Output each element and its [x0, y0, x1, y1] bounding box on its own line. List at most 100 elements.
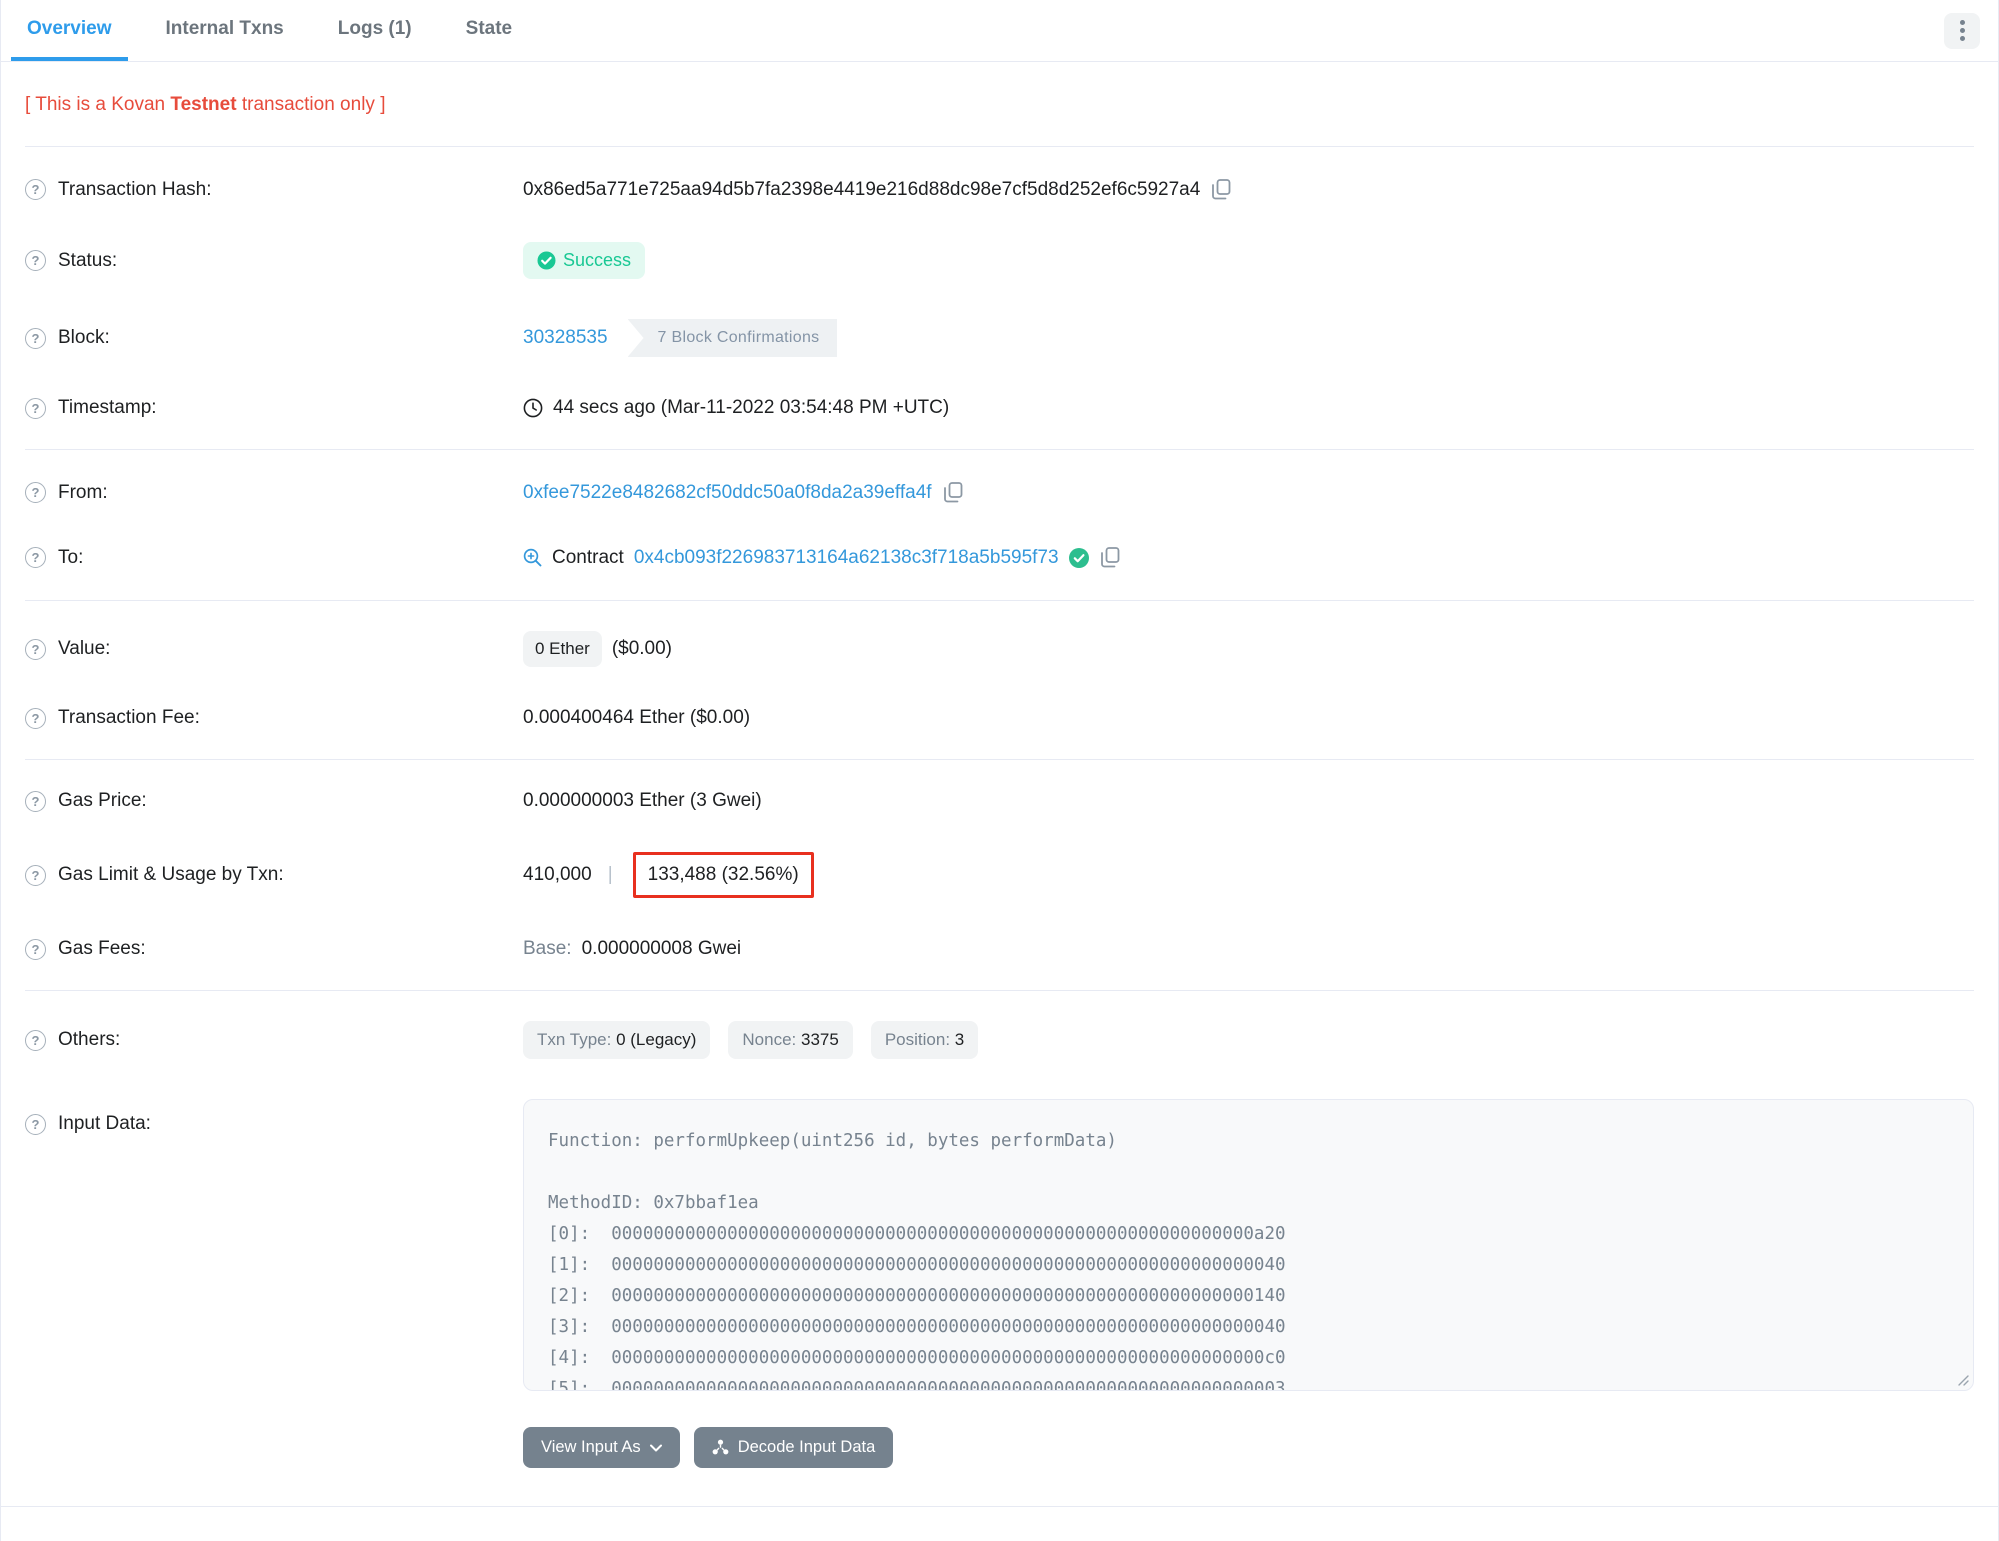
decode-icon — [712, 1439, 729, 1455]
from-label: From: — [58, 481, 108, 503]
more-options-button[interactable] — [1944, 12, 1980, 49]
row-from: ? From: 0xfee7522e8482682cf50ddc50a0f8da… — [1, 460, 1998, 525]
copy-from-button[interactable] — [942, 480, 965, 505]
position-value: 3 — [954, 1030, 965, 1049]
row-others: ? Others: Txn Type: 0 (Legacy) Nonce: 33… — [1, 1001, 1998, 1079]
help-icon[interactable]: ? — [25, 547, 46, 568]
value-label: Value: — [58, 638, 111, 659]
zoom-in-icon[interactable] — [523, 548, 542, 567]
tab-overview[interactable]: Overview — [11, 0, 128, 61]
kebab-icon — [1959, 20, 1965, 41]
decode-input-data-label: Decode Input Data — [737, 1438, 876, 1456]
row-transaction-hash: ? Transaction Hash: 0x86ed5a771e725aa94d… — [1, 157, 1998, 222]
clock-icon — [523, 398, 543, 418]
transaction-hash-label: Transaction Hash: — [58, 178, 212, 200]
tab-internal-txns[interactable]: Internal Txns — [150, 0, 300, 61]
decode-input-data-button[interactable]: Decode Input Data — [693, 1427, 894, 1468]
ether-value-badge: 0 Ether — [523, 631, 602, 667]
row-status: ? Status: Success — [1, 222, 1998, 299]
copy-icon — [1100, 547, 1119, 568]
help-icon[interactable]: ? — [25, 250, 46, 271]
timestamp-label: Timestamp: — [58, 397, 157, 418]
status-value: Success — [563, 250, 632, 270]
block-label: Block: — [58, 327, 110, 348]
tab-state[interactable]: State — [450, 0, 528, 61]
gas-limit-label: Gas Limit & Usage by Txn: — [58, 864, 284, 885]
gas-limit-separator: | — [607, 864, 613, 885]
help-icon[interactable]: ? — [25, 482, 46, 503]
txn-type-value: 0 (Legacy) — [616, 1030, 697, 1049]
row-block: ? Block: 30328535 7 Block Confirmations — [1, 299, 1998, 377]
group-value: ? Value: 0 Ether ($0.00) ? Transaction F… — [1, 601, 1998, 759]
block-number-link[interactable]: 30328535 — [523, 327, 608, 349]
copy-icon — [943, 482, 962, 503]
row-gas-limit-usage: ? Gas Limit & Usage by Txn: 410,000 | 13… — [1, 832, 1998, 918]
to-label: To: — [58, 546, 84, 568]
txn-type-badge: Txn Type: 0 (Legacy) — [523, 1021, 711, 1059]
group-summary: ? Transaction Hash: 0x86ed5a771e725aa94d… — [1, 147, 1998, 449]
tab-logs[interactable]: Logs (1) — [322, 0, 428, 61]
help-icon[interactable]: ? — [25, 1113, 46, 1135]
testnet-notice: [ This is a Kovan Testnet transaction on… — [1, 62, 1998, 116]
row-transaction-fee: ? Transaction Fee: 0.000400464 Ether ($0… — [1, 687, 1998, 749]
usd-value: ($0.00) — [611, 638, 673, 659]
row-value: ? Value: 0 Ether ($0.00) — [1, 611, 1998, 687]
copy-icon — [1212, 179, 1231, 200]
row-to: ? To: Contract 0x4cb093f226983713164a621… — [1, 525, 1998, 590]
transaction-hash-value: 0x86ed5a771e725aa94d5b7fa2398e4419e216d8… — [523, 178, 1201, 200]
block-confirmations-badge: 7 Block Confirmations — [627, 319, 838, 357]
verified-contract-icon — [1068, 547, 1089, 568]
transaction-overview-card: Overview Internal Txns Logs (1) State [ … — [0, 0, 1999, 1541]
gas-price-value: 0.000000003 Ether (3 Gwei) — [523, 790, 762, 811]
success-check-icon — [537, 251, 556, 270]
input-data-code: Function: performUpkeep(uint256 id, byte… — [548, 1131, 1286, 1391]
group-gas: ? Gas Price: 0.000000003 Ether (3 Gwei) … — [1, 760, 1998, 990]
notice-bold: Testnet — [170, 94, 237, 115]
help-icon[interactable]: ? — [25, 790, 46, 812]
input-data-actions: View Input As Decode Input Data — [523, 1427, 1998, 1496]
gas-fees-label: Gas Fees: — [58, 938, 146, 959]
notice-suffix: transaction only ] — [236, 94, 386, 115]
view-input-as-label: View Input As — [541, 1438, 641, 1456]
copy-to-button[interactable] — [1099, 545, 1122, 570]
caret-down-icon — [649, 1444, 662, 1451]
position-badge: Position: 3 — [870, 1021, 979, 1059]
help-icon[interactable]: ? — [25, 327, 46, 349]
row-gas-price: ? Gas Price: 0.000000003 Ether (3 Gwei) — [1, 770, 1998, 832]
nonce-badge: Nonce: 3375 — [728, 1021, 853, 1059]
group-others: ? Others: Txn Type: 0 (Legacy) Nonce: 33… — [1, 991, 1998, 1506]
gas-price-label: Gas Price: — [58, 790, 147, 811]
row-input-data: ? Input Data: Function: performUpkeep(ui… — [1, 1079, 1998, 1411]
resize-grip-icon[interactable] — [1955, 1372, 1969, 1386]
row-timestamp: ? Timestamp: 44 secs ago (Mar-11-2022 03… — [1, 377, 1998, 439]
input-data-box[interactable]: Function: performUpkeep(uint256 id, byte… — [523, 1099, 1974, 1391]
group-parties: ? From: 0xfee7522e8482682cf50ddc50a0f8da… — [1, 450, 1998, 600]
help-icon[interactable]: ? — [25, 397, 46, 419]
gas-fees-base-value: 0.000000008 Gwei — [581, 938, 742, 959]
help-icon[interactable]: ? — [25, 638, 46, 660]
view-input-as-button[interactable]: View Input As — [523, 1427, 680, 1468]
nonce-key: Nonce: — [742, 1030, 797, 1049]
timestamp-value: 44 secs ago (Mar-11-2022 03:54:48 PM +UT… — [553, 397, 950, 418]
others-label: Others: — [58, 1029, 121, 1050]
txn-type-key: Txn Type: — [537, 1030, 612, 1049]
status-label: Status: — [58, 249, 118, 271]
annotation-highlight-box: 133,488 (32.56%) — [632, 852, 814, 898]
help-icon[interactable]: ? — [25, 1029, 46, 1051]
position-key: Position: — [884, 1030, 951, 1049]
help-icon[interactable]: ? — [25, 707, 46, 729]
help-icon[interactable]: ? — [25, 938, 46, 960]
row-gas-fees: ? Gas Fees: Base: 0.000000008 Gwei — [1, 918, 1998, 980]
tab-bar: Overview Internal Txns Logs (1) State — [1, 0, 1998, 62]
help-icon[interactable]: ? — [25, 179, 46, 200]
gas-usage-value: 133,488 (32.56%) — [647, 864, 799, 885]
from-address-link[interactable]: 0xfee7522e8482682cf50ddc50a0f8da2a39effa… — [523, 482, 932, 504]
input-data-label: Input Data: — [58, 1113, 151, 1134]
help-icon[interactable]: ? — [25, 864, 46, 886]
copy-hash-button[interactable] — [1210, 177, 1233, 202]
gas-fees-base-label: Base: — [523, 938, 572, 959]
to-address-link[interactable]: 0x4cb093f226983713164a62138c3f718a5b595f… — [634, 547, 1059, 569]
to-kind: Contract — [552, 546, 624, 568]
gas-limit-value: 410,000 — [523, 864, 592, 885]
status-badge: Success — [523, 242, 646, 279]
